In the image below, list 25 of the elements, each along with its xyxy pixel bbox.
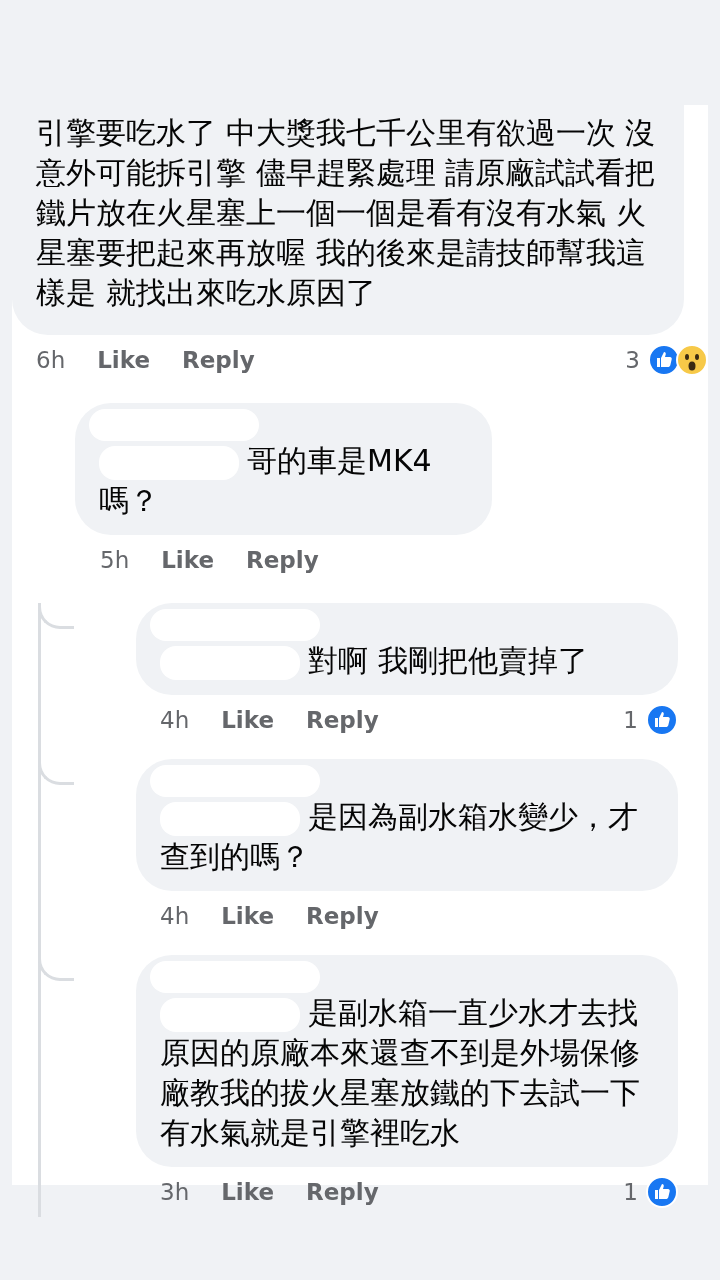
- reaction-count: 3: [625, 345, 640, 375]
- comment-action-link[interactable]: Like: [161, 542, 215, 578]
- comment-action-link[interactable]: Reply: [306, 898, 379, 934]
- comment-time: 6h: [36, 345, 66, 375]
- reaction-count: 1: [623, 705, 638, 735]
- comment-time: 5h: [100, 545, 130, 575]
- comment-text: 是因為副水箱水變少，才查到的嗎？: [160, 798, 639, 876]
- comment-action-link[interactable]: Reply: [182, 342, 255, 378]
- comment-text: 引擎要吃水了 中大獎我七千公里有欲過一次 沒意外可能拆引擎 儘早趕緊處理 請原廠試試看把鐵片放在火星塞上一個一個是看有沒有水氣 火星塞要把起來再放喔 我的後來是請技師幫我這樣是 就找出來吃水原因了: [36, 114, 657, 312]
- like-reaction-icon: [648, 344, 680, 376]
- comment-action-link[interactable]: Like: [221, 702, 275, 738]
- comment-time: 4h: [160, 705, 190, 735]
- reaction-count: 1: [623, 1177, 638, 1207]
- comment-action-link[interactable]: Reply: [306, 1174, 379, 1210]
- comment-action-link[interactable]: Reply: [306, 702, 379, 738]
- comment-text: 是副水箱一直少水才去找原因的原廠本來還查不到是外場保修廠教我的拔火星塞放鐵的下去試一下有水氣就是引擎裡吃水: [160, 994, 641, 1152]
- comment-action-link[interactable]: Like: [221, 1174, 275, 1210]
- comment-text: 哥的車是MK4嗎？: [99, 442, 433, 520]
- like-reaction-icon: [646, 704, 678, 736]
- comment-time: 4h: [160, 901, 190, 931]
- comment-time: 3h: [160, 1177, 190, 1207]
- comment-action-link[interactable]: Like: [221, 898, 275, 934]
- comment-text: 對啊 我剛把他賣掉了: [160, 641, 654, 681]
- comment-action-link[interactable]: Like: [97, 342, 151, 378]
- comment-action-link[interactable]: Reply: [246, 542, 319, 578]
